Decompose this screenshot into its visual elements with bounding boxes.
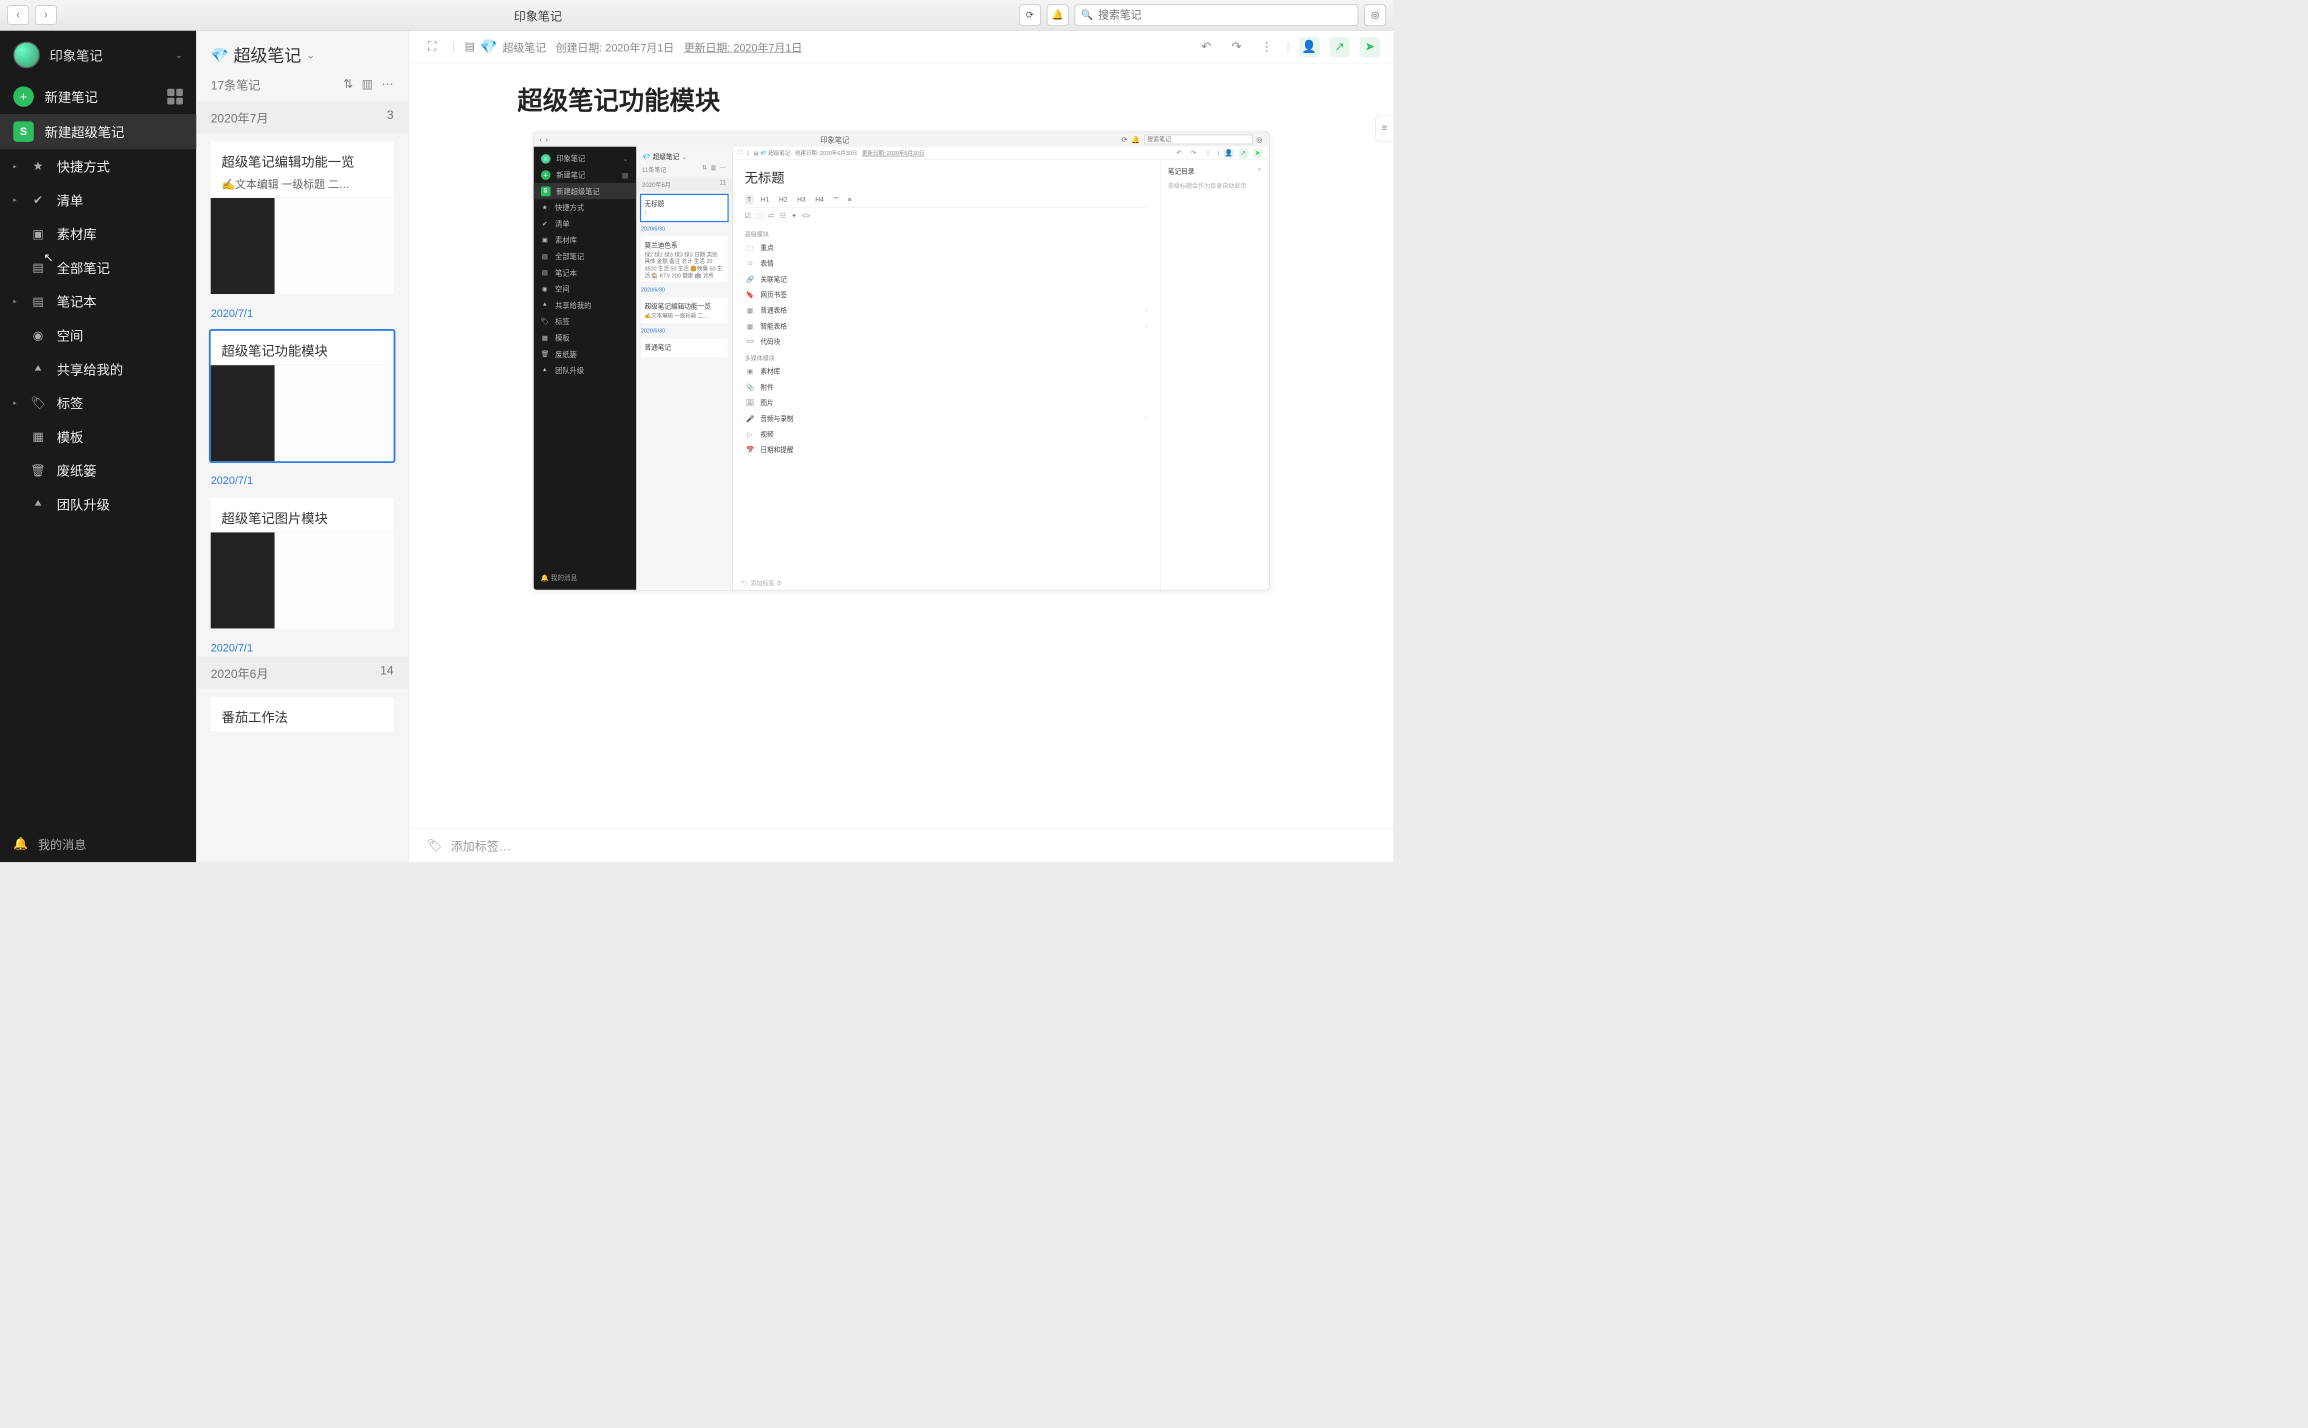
editor: ⛶ | ▤ 💎 超级笔记 创建日期: 2020年7月1日 更新日期: 2020年… bbox=[409, 31, 1394, 862]
note-card[interactable]: 超级笔记功能模块 bbox=[211, 331, 394, 461]
more-button[interactable]: ⋮ bbox=[1256, 37, 1277, 58]
sidebar: 印象笔记 ⌄ + 新建笔记 S 新建超级笔记 ↖ ▸★快捷方式▸✔清单▣素材库▤… bbox=[0, 31, 196, 862]
breadcrumb-label: 超级笔记 bbox=[503, 39, 546, 55]
search-input[interactable] bbox=[1098, 9, 1352, 22]
expand-icon[interactable]: ⛶ bbox=[422, 37, 443, 58]
super-note-icon: S bbox=[13, 121, 34, 142]
sort-icon[interactable]: ⇅ bbox=[343, 77, 353, 92]
avatar bbox=[13, 42, 40, 69]
search-icon: 🔍 bbox=[1081, 9, 1093, 21]
forward-icon: › bbox=[545, 135, 547, 143]
settings-button[interactable]: ◎ bbox=[1364, 4, 1386, 26]
bell-icon: 🔔 bbox=[13, 836, 28, 851]
sync-icon: ⟳ bbox=[1122, 135, 1128, 143]
forward-button[interactable]: › bbox=[35, 5, 57, 24]
chevron-down-icon: ⌄ bbox=[306, 49, 315, 62]
new-super-label: 新建超级笔记 bbox=[45, 122, 125, 141]
note-card[interactable]: 超级笔记编辑功能一览✍️文本编辑 一级标题 二… bbox=[211, 142, 394, 294]
updated-date: 更新日期: 2020年7月1日 bbox=[684, 39, 802, 55]
redo-button[interactable]: ↷ bbox=[1226, 37, 1247, 58]
note-list: 💎 超级笔记 ⌄ 17条笔记 ⇅ ▥ ⋯ 2020年7月 3 超级笔记编辑功能一… bbox=[196, 31, 409, 862]
window-title: 印象笔记 bbox=[63, 6, 1013, 24]
embed-editor: ⛶|▤ 💎 超级笔记 创建日期: 2020年6月30日 更新日期: 2020年6… bbox=[733, 147, 1269, 590]
sidebar-item[interactable]: ⯅共享给我的 bbox=[0, 352, 196, 386]
month-label: 2020年7月 bbox=[211, 109, 269, 127]
account-row[interactable]: 印象笔记 ⌄ bbox=[0, 31, 196, 79]
notebook-icon: ▤ bbox=[465, 40, 475, 53]
note-card[interactable]: 超级笔记图片模块 bbox=[211, 498, 394, 628]
created-date: 创建日期: 2020年7月1日 bbox=[556, 39, 674, 55]
embed-outline: 笔记目录× 各级标题会作为目录自动显示 bbox=[1160, 160, 1269, 590]
sidebar-item[interactable]: ▸✔清单 bbox=[0, 183, 196, 217]
embed-titlebar: ‹ › 印象笔记 ⟳ 🔔 ◎ bbox=[533, 132, 1268, 146]
settings-icon: ◎ bbox=[1256, 135, 1262, 143]
embed-sidebar: 印象笔记⌄ +新建笔记▦ S新建超级笔记 ★快捷方式✔清单▣素材库▤全部笔记▤笔… bbox=[533, 147, 636, 590]
month-header: 2020年7月 3 bbox=[196, 101, 408, 133]
collaborate-button[interactable]: 👤 bbox=[1299, 37, 1320, 58]
account-name: 印象笔记 bbox=[50, 45, 166, 64]
sidebar-item[interactable]: ▦模板 bbox=[0, 420, 196, 454]
outline-toggle[interactable]: ≡ bbox=[1375, 115, 1393, 142]
view-icon[interactable]: ▥ bbox=[362, 77, 373, 92]
grid-view-icon[interactable] bbox=[167, 89, 183, 105]
editor-footer: 🏷 添加标签… bbox=[409, 828, 1394, 862]
sidebar-item[interactable]: ▸▤笔记本 bbox=[0, 284, 196, 318]
list-title: 超级笔记 bbox=[234, 43, 302, 67]
list-header[interactable]: 💎 超级笔记 ⌄ bbox=[196, 31, 408, 73]
embed-list: 💎超级笔记⌄ 11条笔记⇅▥⋯ 2020年6月11 无标题/2020/6/30莫… bbox=[636, 147, 733, 590]
bell-icon: 🔔 bbox=[1131, 135, 1140, 143]
editor-toolbar: ⛶ | ▤ 💎 超级笔记 创建日期: 2020年7月1日 更新日期: 2020年… bbox=[409, 31, 1394, 64]
back-icon: ‹ bbox=[539, 135, 541, 143]
sidebar-item[interactable]: ◉空间 bbox=[0, 318, 196, 352]
search-box[interactable]: 🔍 bbox=[1075, 4, 1359, 26]
more-icon[interactable]: ⋯ bbox=[382, 77, 394, 92]
embed-title: 印象笔记 bbox=[551, 134, 1118, 144]
add-tag-label[interactable]: 添加标签… bbox=[451, 837, 511, 855]
plus-icon: + bbox=[13, 86, 34, 107]
sidebar-item[interactable]: ▣素材库 bbox=[0, 217, 196, 251]
new-super-note-button[interactable]: S 新建超级笔记 ↖ bbox=[0, 114, 196, 149]
note-count: 17条笔记 bbox=[211, 75, 261, 93]
document-title[interactable]: 超级笔记功能模块 bbox=[409, 63, 1394, 131]
sidebar-item[interactable]: ▤全部笔记 bbox=[0, 251, 196, 285]
embedded-screenshot: ‹ › 印象笔记 ⟳ 🔔 ◎ 印象笔记⌄ +新建笔记▦ S新建超级笔记 ★快捷方… bbox=[533, 132, 1270, 591]
share-button[interactable]: ↗ bbox=[1329, 37, 1350, 58]
undo-button[interactable]: ↶ bbox=[1196, 37, 1217, 58]
sidebar-item[interactable]: 🗑废纸篓 bbox=[0, 453, 196, 487]
back-button[interactable]: ‹ bbox=[7, 5, 29, 24]
sidebar-footer[interactable]: 🔔 我的消息 bbox=[0, 825, 196, 862]
notifications-button[interactable]: 🔔 bbox=[1047, 4, 1069, 26]
embed-search bbox=[1144, 135, 1253, 145]
sync-button[interactable]: ⟳ bbox=[1019, 4, 1041, 26]
tag-icon: 🏷 bbox=[427, 838, 442, 853]
breadcrumb[interactable]: ▤ 💎 超级笔记 bbox=[465, 38, 546, 56]
sidebar-item[interactable]: ⯅团队升级 bbox=[0, 487, 196, 521]
chevron-down-icon: ⌄ bbox=[175, 49, 183, 61]
footer-label: 我的消息 bbox=[38, 835, 86, 853]
new-note-label: 新建笔记 bbox=[45, 87, 98, 106]
embed-doc-title: 无标题 bbox=[745, 167, 1148, 186]
sidebar-item[interactable]: ▸★快捷方式 bbox=[0, 149, 196, 183]
sidebar-item[interactable]: ▸🏷标签 bbox=[0, 386, 196, 420]
diamond-icon: 💎 bbox=[480, 38, 498, 56]
month-count: 3 bbox=[387, 109, 394, 127]
new-note-button[interactable]: + 新建笔记 bbox=[0, 79, 196, 114]
send-button[interactable]: ➤ bbox=[1360, 37, 1381, 58]
note-card[interactable]: 番茄工作法 bbox=[211, 697, 394, 731]
titlebar: ‹ › 印象笔记 ⟳ 🔔 🔍 ◎ bbox=[0, 0, 1393, 31]
diamond-icon: 💎 bbox=[211, 46, 229, 64]
